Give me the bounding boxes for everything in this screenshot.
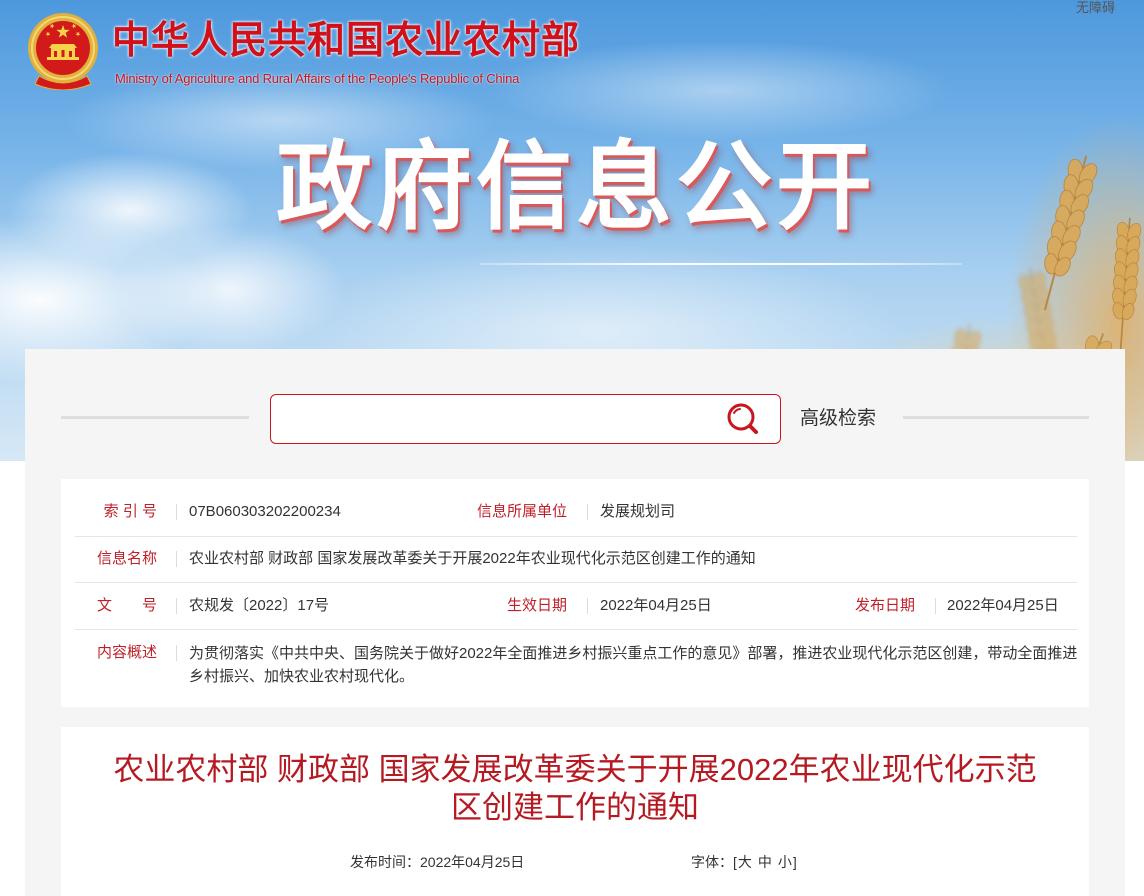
ministry-name-cn: 中华人民共和国农业农村部: [112, 18, 581, 62]
search-icon: [727, 403, 758, 434]
publish-time: 发布时间：2022年04月25日: [350, 853, 524, 871]
effective-date-label: 生效日期: [506, 597, 567, 614]
row-divider: [176, 551, 177, 567]
publish-time-label: 发布时间：: [350, 854, 420, 870]
row-separator: [75, 582, 1077, 583]
accessibility-link[interactable]: 无障碍: [1076, 0, 1115, 16]
row-separator: [75, 629, 1077, 630]
font-size-bracket-close: ]: [792, 854, 797, 870]
doc-no-label: 文 号: [96, 597, 157, 614]
search-deco-line-right: [903, 416, 1089, 419]
article-title: 农业农村部 财政部 国家发展改革委关于开展2022年农业现代化示范区创建工作的通…: [113, 752, 1037, 825]
advanced-search-link[interactable]: 高级检索: [800, 406, 876, 432]
search-box: [270, 394, 781, 444]
search-deco-line-left: [61, 416, 249, 419]
doc-no-value: 农规发〔2022〕17号: [189, 597, 330, 614]
row-divider: [176, 645, 177, 661]
banner-title: 政府信息公开: [276, 131, 876, 243]
info-table: 索 引 号 07B060303202200234 信息所属单位 发展规划司 信息…: [61, 479, 1089, 707]
national-emblem-icon: [28, 13, 98, 90]
row-divider: [176, 598, 177, 614]
font-size-large-link[interactable]: 大: [738, 854, 752, 870]
row-separator: [75, 536, 1077, 537]
article-card: 农业农村部 财政部 国家发展改革委关于开展2022年农业现代化示范区创建工作的通…: [61, 727, 1089, 896]
publish-date-label: 发布日期: [854, 597, 915, 614]
summary-value: 为贯彻落实《中共中央、国务院关于做好2022年全面推进乡村振兴重点工作的意见》部…: [189, 645, 1078, 685]
summary-label: 内容概述: [96, 644, 157, 661]
font-size-label: 字体：: [691, 854, 733, 870]
font-size-bracket-open: [: [733, 854, 737, 870]
publish-date-value: 2022年04月25日: [947, 597, 1059, 614]
font-size-medium-link[interactable]: 中: [758, 854, 772, 870]
info-name-value: 农业农村部 财政部 国家发展改革委关于开展2022年农业现代化示范区创建工作的通…: [189, 550, 756, 567]
row-divider: [935, 598, 936, 614]
effective-date-value: 2022年04月25日: [600, 597, 712, 614]
search-button[interactable]: [723, 400, 763, 438]
row-divider: [587, 504, 588, 520]
font-size-small-link[interactable]: 小: [778, 854, 792, 870]
ministry-name-en: Ministry of Agriculture and Rural Affair…: [115, 71, 520, 86]
index-no-label: 索 引 号: [103, 503, 157, 520]
publish-time-value: 2022年04月25日: [420, 854, 525, 870]
info-name-label: 信息名称: [96, 550, 157, 567]
banner-divider: [480, 263, 962, 265]
row-divider: [176, 504, 177, 520]
font-size-switcher: 字体：[大中小]: [691, 853, 797, 871]
owner-unit-label: 信息所属单位: [476, 503, 567, 520]
index-no-value: 07B060303202200234: [189, 503, 341, 520]
search-input[interactable]: [283, 403, 713, 435]
owner-unit-value: 发展规划司: [600, 503, 676, 520]
row-divider: [587, 598, 588, 614]
